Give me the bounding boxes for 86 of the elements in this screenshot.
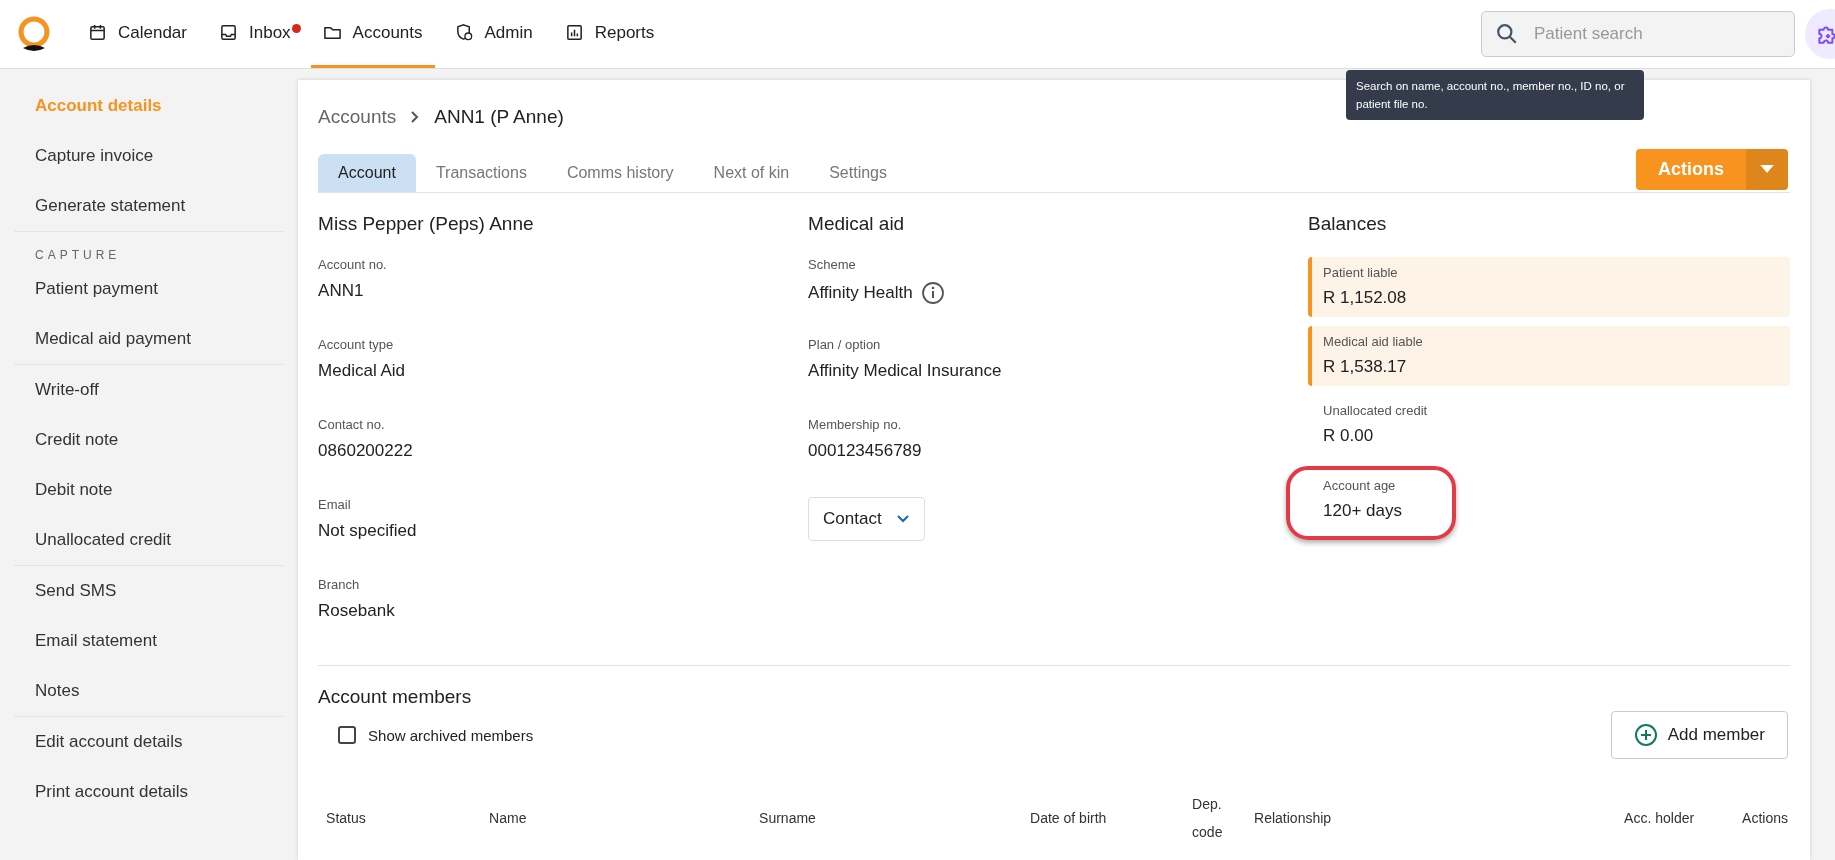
info-icon[interactable] <box>920 281 945 305</box>
search-input[interactable]: Patient search <box>1532 23 1766 45</box>
field-label: Account type <box>318 337 395 352</box>
balance-label: Account age <box>1323 478 1397 493</box>
nav-tab[interactable]: Inbox <box>207 0 303 68</box>
section-title: Balances <box>1308 213 1388 235</box>
column-header: Relationship <box>1254 809 1333 828</box>
plus-circle-icon <box>1633 723 1658 747</box>
tab[interactable]: Settings <box>809 154 907 192</box>
search-icon <box>1496 23 1518 45</box>
sidebar-item[interactable]: Send SMS <box>20 566 279 616</box>
tab[interactable]: Account <box>318 154 416 192</box>
balance-label: Patient liable <box>1323 265 1399 280</box>
sidebar-item[interactable]: Medical aid payment <box>20 314 279 364</box>
checkbox[interactable] <box>338 726 357 744</box>
field-value: 000123456789 <box>808 441 922 461</box>
column-header: Status <box>326 809 367 828</box>
caret-icon <box>1760 165 1774 174</box>
shield-icon <box>454 23 474 42</box>
nav-tab[interactable]: Admin <box>442 0 545 68</box>
tab[interactable]: Next of kin <box>693 154 810 192</box>
sidebar-item[interactable]: Generate statement <box>20 181 279 231</box>
nav-tab[interactable]: Calendar <box>76 0 199 68</box>
bar-chart-icon <box>564 23 584 42</box>
search-field[interactable]: Patient search <box>1481 11 1795 57</box>
column-header: Acc. holder <box>1624 809 1696 828</box>
column-header: Surname <box>759 809 817 828</box>
section-heading: CAPTURE <box>34 247 122 264</box>
sidebar-item[interactable]: Patient payment <box>20 264 279 314</box>
calendar-icon <box>88 23 107 42</box>
field-value: ANN1 <box>318 281 365 301</box>
column-header: Dep. code <box>1192 795 1224 842</box>
field-label: Email <box>318 497 352 512</box>
add-member-button[interactable]: Add member <box>1610 711 1788 759</box>
field-label: Account no. <box>318 257 388 272</box>
field-value: 0860200222 <box>318 441 414 461</box>
field-label: Scheme <box>808 257 857 272</box>
field-value: Affinity Health <box>808 283 913 303</box>
field-label: Contact no. <box>318 417 386 432</box>
sidebar-item[interactable]: Notes <box>20 666 279 716</box>
section-title: Account members <box>318 686 473 708</box>
column-header: Actions <box>1742 809 1788 828</box>
section-title: Miss Pepper (Peps) Anne <box>318 213 535 235</box>
sidebar-item[interactable]: Credit note <box>20 415 279 465</box>
dropdown-toggle[interactable] <box>1746 149 1788 190</box>
nav-label: Reports <box>594 22 655 43</box>
checkbox-label: Show archived members <box>368 726 534 744</box>
chevron-right-icon <box>410 110 421 124</box>
field-value: Not specified <box>318 521 418 541</box>
field-value: Medical Aid <box>318 361 406 381</box>
contact-dropdown-button[interactable]: Contact <box>808 497 925 541</box>
sidebar-item[interactable]: Capture invoice <box>20 131 279 181</box>
balance-label: Unallocated credit <box>1323 403 1429 418</box>
column-header: Name <box>489 809 528 828</box>
balance-label: Medical aid liable <box>1323 334 1424 349</box>
nav-tab[interactable]: Accounts <box>310 0 435 68</box>
nav-label: Inbox <box>249 22 291 43</box>
sidebar-item[interactable]: Write-off <box>20 365 279 415</box>
balance-value: 120+ days <box>1323 501 1403 521</box>
sidebar-item[interactable]: Email statement <box>20 616 279 666</box>
tab[interactable]: Transactions <box>415 154 547 192</box>
inbox-icon <box>219 23 238 42</box>
field-label: Branch <box>318 577 361 592</box>
nav-label: Accounts <box>352 22 423 43</box>
tooltip: Search on name, account no., member no., ID no, or patient file no. <box>1346 70 1644 120</box>
field-value: Rosebank <box>318 601 396 621</box>
field-value: Affinity Medical Insurance <box>808 361 1002 381</box>
sidebar-item[interactable]: Debit note <box>20 465 279 515</box>
tab[interactable]: Comms history <box>546 154 694 192</box>
chevron-down-icon <box>895 514 910 524</box>
balance-value: R 0.00 <box>1323 426 1375 446</box>
field-label: Membership no. <box>808 417 903 432</box>
sidebar-item[interactable]: Print account details <box>20 767 279 817</box>
field-label: Plan / option <box>808 337 882 352</box>
nav-label: Calendar <box>118 22 187 43</box>
section-title: Medical aid <box>808 213 906 235</box>
sidebar-item[interactable]: Edit account details <box>20 717 279 767</box>
balance-value: R 1,538.17 <box>1323 357 1408 377</box>
balance-value: R 1,152.08 <box>1323 288 1408 308</box>
breadcrumb-link[interactable]: Accounts <box>318 106 397 128</box>
column-header: Date of birth <box>1030 809 1108 828</box>
actions-label: Actions <box>1636 149 1746 190</box>
sidebar-item[interactable]: Unallocated credit <box>20 515 279 565</box>
page-title: ANN1 (P Anne) <box>434 106 564 128</box>
nav-label: Admin <box>484 22 533 43</box>
nav-tab[interactable]: Reports <box>552 0 667 68</box>
